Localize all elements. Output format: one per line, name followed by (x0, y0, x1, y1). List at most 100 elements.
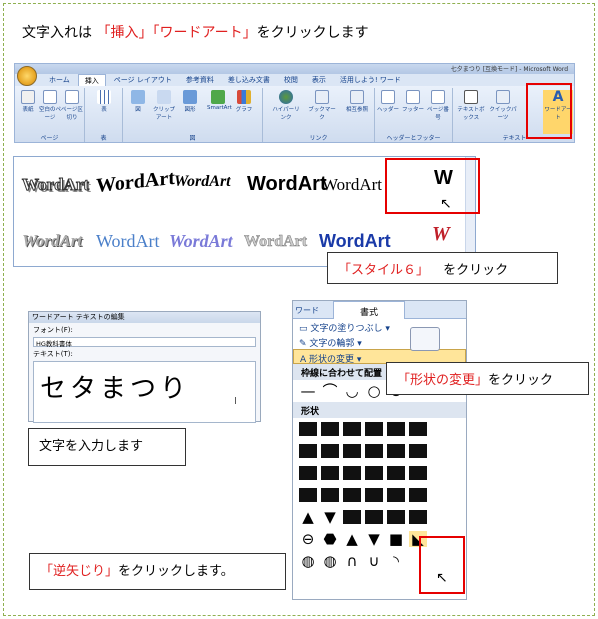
warp-shape[interactable] (387, 444, 405, 458)
circle-shape[interactable]: ○ (365, 383, 383, 399)
cross-ref-button[interactable]: 相互参照 (343, 90, 371, 113)
tab-insert[interactable]: 挿入 (77, 74, 106, 86)
octagon-shape[interactable]: ⬣ (321, 531, 339, 547)
wordart-style-12[interactable]: W (432, 223, 450, 246)
circle-button-shape-2[interactable]: ◍ (321, 553, 339, 569)
triangle-shape[interactable]: ▲ (343, 531, 361, 547)
wordart-style-5[interactable]: WordArt (322, 175, 382, 195)
smartart-button[interactable]: SmartArt (207, 90, 232, 111)
tab-references[interactable]: 参考資料 (180, 74, 220, 86)
wordart-highlight-box (526, 83, 572, 139)
warp-shape[interactable] (321, 466, 339, 480)
warp-shape[interactable] (343, 510, 361, 524)
warp-shape[interactable] (387, 466, 405, 480)
wordart-style-8[interactable]: WordArt (96, 231, 160, 252)
wordart-style-11[interactable]: WordArt (319, 231, 391, 252)
warp-shape[interactable] (299, 466, 317, 480)
bookmark-button[interactable]: ブックマーク (307, 90, 337, 121)
arch-up-shape[interactable]: ⌒ (321, 383, 339, 399)
curve-shape[interactable]: ◝ (387, 553, 405, 569)
warp-shape[interactable] (321, 422, 339, 436)
wordart-style-7[interactable]: WordArt (22, 231, 82, 251)
warp-shape[interactable] (409, 510, 427, 524)
warp-shape[interactable] (365, 466, 383, 480)
warp-shape[interactable] (409, 444, 427, 458)
warp-shape[interactable] (343, 444, 361, 458)
wordart-style-3[interactable]: WordArt (174, 173, 231, 191)
page-break-button[interactable]: ページ区切り (61, 90, 83, 121)
tab-view[interactable]: 表示 (306, 74, 332, 86)
textbox-button[interactable]: テキストボックス (457, 90, 485, 121)
menu-tab-format[interactable]: 書式 (333, 301, 405, 319)
warp-row-1 (293, 418, 466, 440)
arch-down-shape[interactable]: ◡ (343, 383, 361, 399)
shape-change-label: 形状の変更 (309, 355, 355, 365)
quickparts-button[interactable]: クイックパーツ (489, 90, 517, 121)
circle-button-shape[interactable]: ◍ (299, 553, 317, 569)
group-header-footer-label: ヘッダーとフッター (386, 135, 441, 142)
text-field[interactable]: セタまつり (33, 361, 256, 423)
clipart-button[interactable]: クリップアート (153, 90, 175, 121)
warp-shape[interactable] (409, 488, 427, 502)
warp-shape[interactable] (387, 422, 405, 436)
arch-shape[interactable]: ∩ (343, 553, 361, 569)
warp-shape[interactable] (299, 444, 317, 458)
shape-style-button[interactable] (410, 327, 440, 351)
straight-line-shape[interactable]: — (299, 383, 317, 399)
cover-button[interactable]: 表紙 (17, 90, 39, 113)
hyperlink-button[interactable]: ハイパーリンク (271, 90, 301, 121)
globe-icon (279, 90, 293, 104)
page-number-label: ページ番号 (427, 107, 449, 121)
font-field[interactable]: HG教科書体 (33, 337, 256, 348)
warp-shape[interactable] (387, 488, 405, 502)
warp-shape[interactable] (409, 422, 427, 436)
chevron-shape[interactable]: ▼ (365, 531, 383, 547)
picture-button[interactable]: 図 (127, 90, 149, 113)
warp-shape[interactable] (365, 444, 383, 458)
group-links: ハイパーリンク ブックマーク 相互参照 リンク (263, 88, 375, 142)
square-shape[interactable]: ■ (387, 531, 405, 547)
header-button[interactable]: ヘッダー (377, 90, 399, 113)
warp-shape[interactable] (409, 466, 427, 480)
wordart-style-4[interactable]: WordArt (247, 173, 327, 196)
shapes-label: 図形 (184, 107, 196, 113)
clipart-icon (157, 90, 171, 104)
chart-button[interactable]: グラフ (233, 90, 255, 113)
page-break-label: ページ区切り (61, 107, 83, 121)
wave-shape[interactable]: ∪ (365, 553, 383, 569)
footer-button[interactable]: フッター (402, 90, 424, 113)
office-button[interactable] (17, 66, 37, 86)
menu-tab-word[interactable]: ワード (295, 305, 319, 316)
wordart-style-1[interactable]: WordArt (21, 175, 89, 195)
warp-shape[interactable] (321, 488, 339, 502)
wordart-style-2[interactable]: WordArt (96, 167, 175, 198)
triangle-down-shape[interactable]: ▼ (321, 509, 339, 525)
circle-pour-shape[interactable]: ⊖ (299, 531, 317, 547)
text-outline-item[interactable]: ✎ 文字の輪郭 ▾ (293, 334, 466, 349)
warp-shape[interactable] (299, 488, 317, 502)
dialog-title: ワードアート テキストの編集 (29, 312, 260, 323)
shapes-button[interactable]: 図形 (179, 90, 201, 113)
tab-page-layout[interactable]: ページ レイアウト (108, 74, 178, 86)
tab-home[interactable]: ホーム (43, 74, 76, 86)
warp-shape[interactable] (343, 466, 361, 480)
warp-shape[interactable] (343, 488, 361, 502)
wordart-style-9[interactable]: WordArt (169, 231, 233, 252)
tab-mailings[interactable]: 差し込み文書 (222, 74, 276, 86)
warp-shape[interactable] (343, 422, 361, 436)
triangle-up-shape[interactable]: ▲ (299, 509, 317, 525)
warp-shape[interactable] (365, 422, 383, 436)
table-button[interactable]: 表 (93, 90, 115, 113)
blank-page-button[interactable]: 空白のページ (39, 90, 61, 121)
tab-review[interactable]: 校閲 (278, 74, 304, 86)
warp-shape[interactable] (365, 510, 383, 524)
warp-shape[interactable] (365, 488, 383, 502)
tab-addin[interactable]: 活用しよう! ワード (334, 74, 407, 86)
warp-shape[interactable] (321, 444, 339, 458)
warp-shape[interactable] (387, 510, 405, 524)
wordart-style-10[interactable]: WordArt (244, 233, 308, 251)
edit-wordart-dialog: ワードアート テキストの編集 フォント(F): HG教科書体 テキスト(T): … (28, 311, 261, 423)
warp-shape[interactable] (299, 422, 317, 436)
text-fill-item[interactable]: ▭ 文字の塗りつぶし ▾ (293, 319, 466, 334)
page-number-button[interactable]: ページ番号 (427, 90, 449, 121)
